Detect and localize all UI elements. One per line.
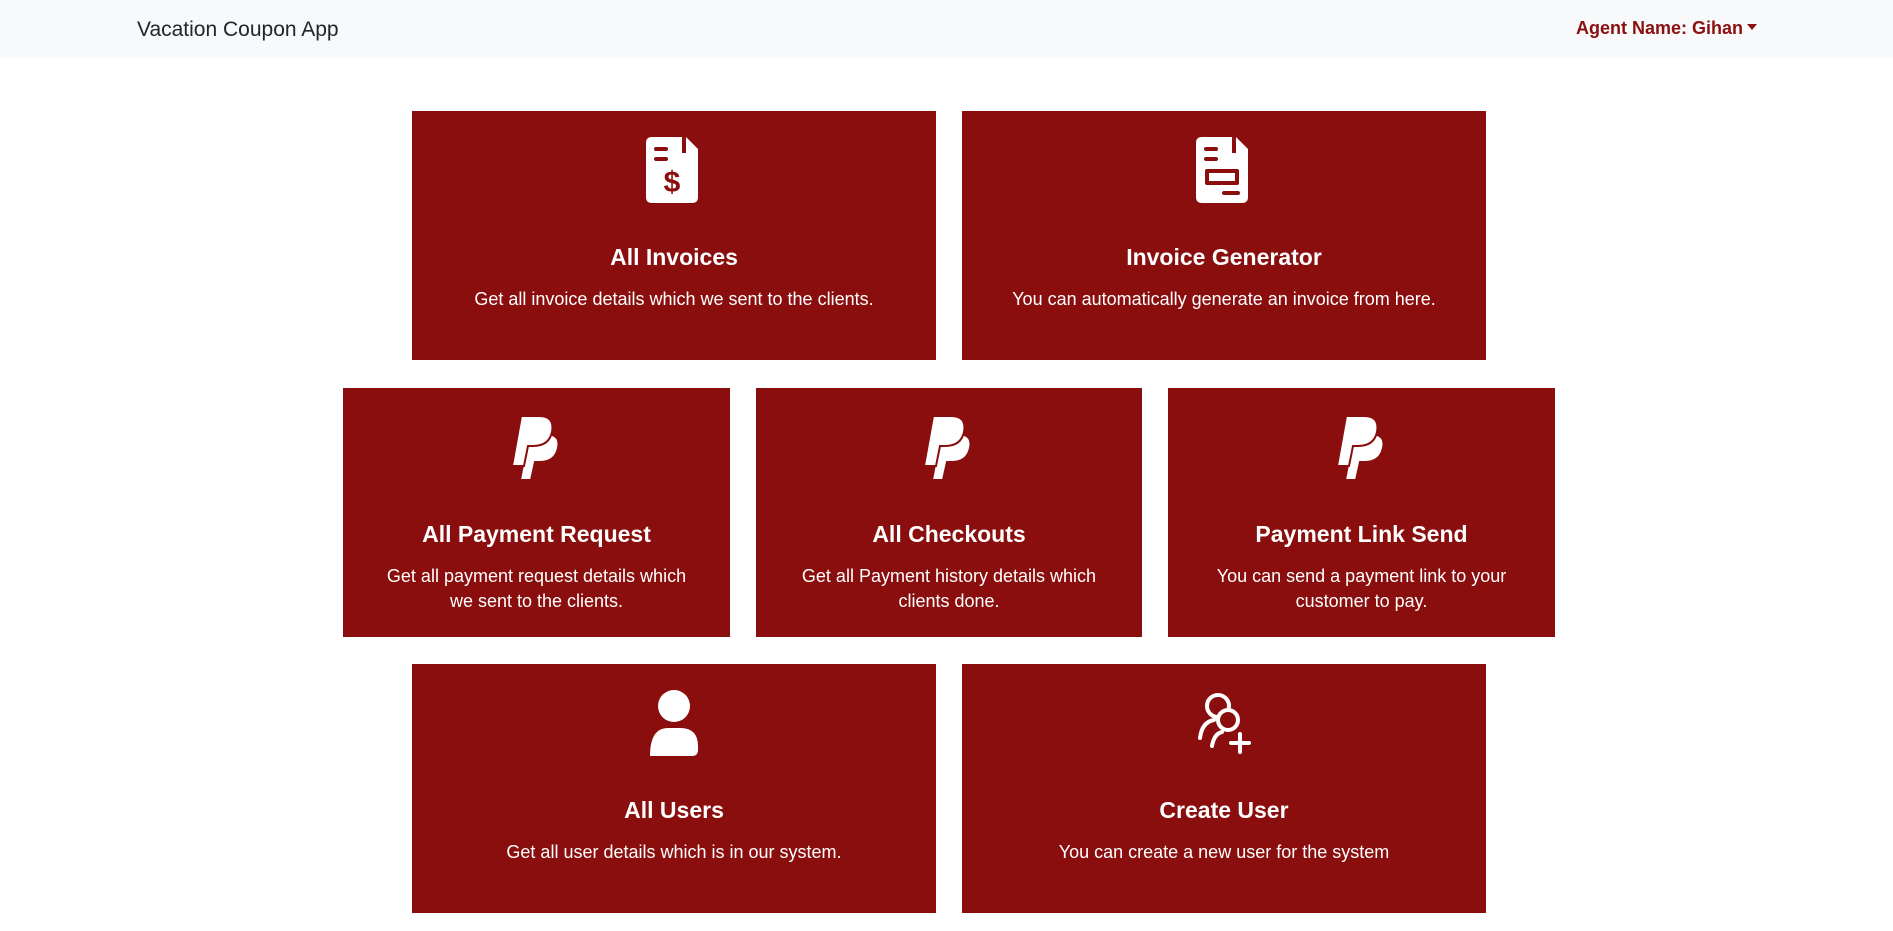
card-create-user[interactable]: Create User You can create a new user fo… [962, 664, 1486, 913]
card-all-payment-request[interactable]: All Payment Request Get all payment requ… [343, 388, 730, 637]
card-title: All Invoices [610, 244, 738, 270]
card-title: All Payment Request [422, 521, 651, 547]
card-description: Get all invoice details which we sent to… [474, 289, 874, 309]
card-title: All Users [624, 797, 724, 823]
card-all-users[interactable]: All Users Get all user details which is … [412, 664, 936, 913]
card-all-checkouts[interactable]: All Checkouts Get all Payment history de… [756, 388, 1142, 637]
card-payment-link-send[interactable]: Payment Link Send You can send a payment… [1168, 388, 1555, 637]
top-navbar: Vacation Coupon App Agent Name: Gihan [0, 0, 1893, 58]
invoice-document-icon [1196, 137, 1252, 203]
card-description: You can automatically generate an invoic… [1012, 289, 1436, 309]
card-title: Invoice Generator [1126, 244, 1322, 270]
card-description: Get all user details which is in our sys… [506, 842, 842, 862]
user-icon [646, 690, 702, 756]
card-description: Get all payment request details which we… [386, 566, 687, 611]
user-plus-icon [1196, 690, 1252, 756]
card-title: Payment Link Send [1255, 521, 1468, 547]
card-description: You can create a new user for the system [1058, 842, 1390, 862]
card-description: You can send a payment link to your cust… [1216, 566, 1507, 611]
agent-name-label: Agent Name: Gihan [1576, 18, 1744, 38]
invoice-dollar-icon: $ [646, 137, 702, 203]
paypal-icon [509, 414, 565, 480]
agent-dropdown[interactable]: Agent Name: Gihan [1576, 16, 1758, 40]
app-brand[interactable]: Vacation Coupon App [137, 16, 339, 44]
svg-text:$: $ [664, 166, 681, 199]
paypal-icon [1334, 414, 1390, 480]
card-invoice-generator[interactable]: Invoice Generator You can automatically … [962, 111, 1486, 360]
caret-down-icon [1747, 24, 1758, 31]
paypal-icon [921, 414, 977, 480]
card-description: Get all Payment history details which cl… [801, 566, 1097, 611]
card-all-invoices[interactable]: $ All Invoices Get all invoice details w… [412, 111, 936, 360]
card-title: Create User [1159, 797, 1289, 823]
card-title: All Checkouts [872, 521, 1026, 547]
